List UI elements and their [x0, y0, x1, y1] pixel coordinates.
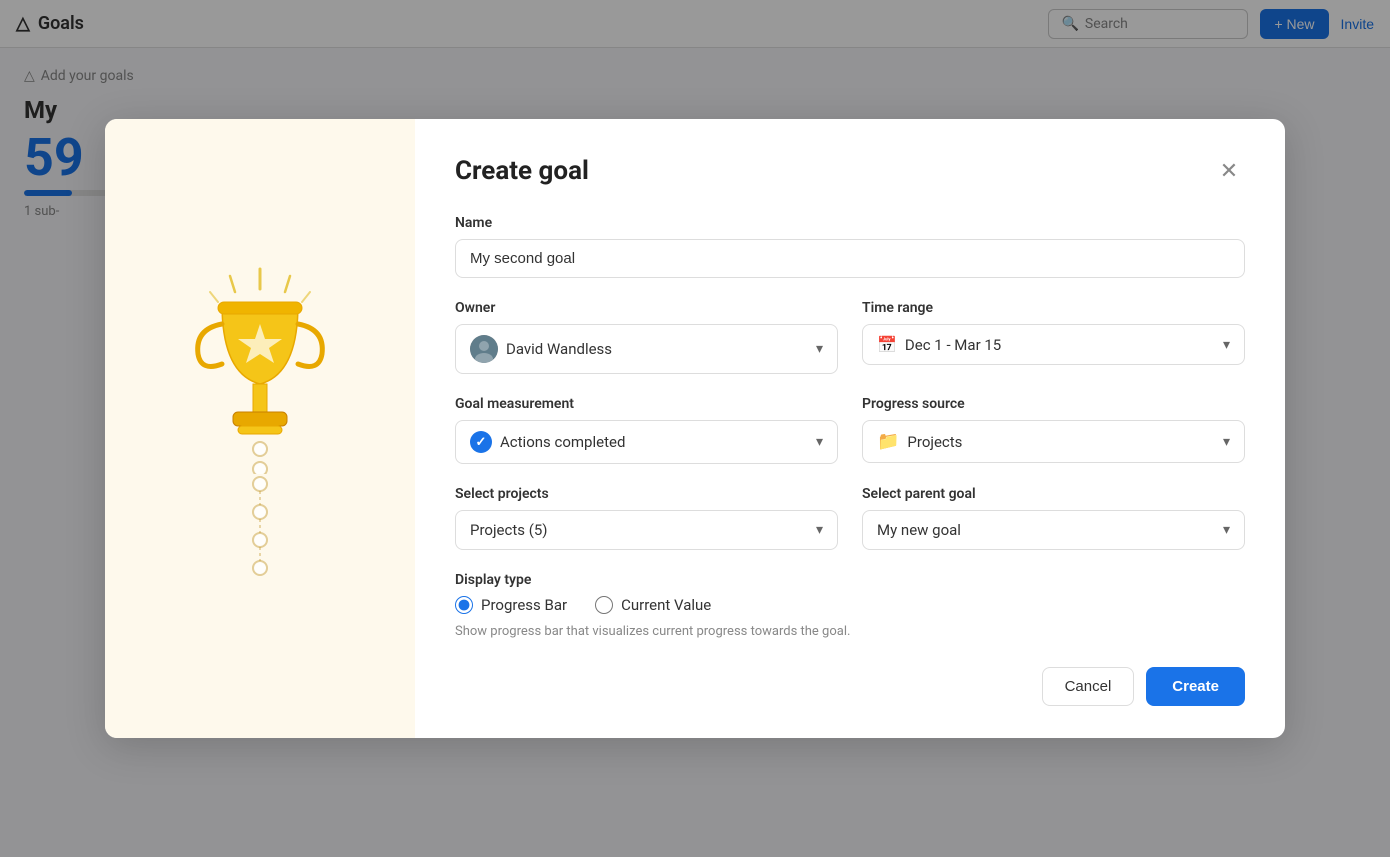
- display-type-section: Display type Progress Bar Current Value …: [455, 572, 1245, 639]
- close-icon: ✕: [1220, 160, 1238, 182]
- select-projects-group: Select projects Projects (5) ▾: [455, 486, 838, 550]
- modal-left-panel: [105, 119, 415, 738]
- projects-chevron-icon: ▾: [816, 522, 823, 538]
- goal-measurement-value: Actions completed: [500, 433, 808, 451]
- modal-overlay: Create goal ✕ Name Owner: [0, 0, 1390, 857]
- progress-bar-option[interactable]: Progress Bar: [455, 596, 567, 614]
- progress-bar-label: Progress Bar: [481, 596, 567, 614]
- progress-source-label: Progress source: [862, 396, 1245, 412]
- current-value-option[interactable]: Current Value: [595, 596, 711, 614]
- check-icon: [470, 431, 492, 453]
- cancel-button[interactable]: Cancel: [1042, 667, 1135, 706]
- trophy-svg: [170, 264, 350, 474]
- select-parent-goal-group: Select parent goal My new goal ▾: [862, 486, 1245, 550]
- owner-avatar: [470, 335, 498, 363]
- goal-measurement-select[interactable]: Actions completed ▾: [455, 420, 838, 464]
- dots-svg: [250, 474, 270, 594]
- current-value-label: Current Value: [621, 596, 711, 614]
- projects-parent-row: Select projects Projects (5) ▾ Select pa…: [455, 486, 1245, 550]
- display-type-label: Display type: [455, 572, 1245, 588]
- owner-time-row: Owner David Wandless ▾: [455, 300, 1245, 374]
- create-button[interactable]: Create: [1146, 667, 1245, 706]
- select-parent-goal-label: Select parent goal: [862, 486, 1245, 502]
- select-projects-dropdown[interactable]: Projects (5) ▾: [455, 510, 838, 550]
- progress-source-select[interactable]: 📁 Projects ▾: [862, 420, 1245, 463]
- current-value-radio[interactable]: [595, 596, 613, 614]
- modal-title: Create goal: [455, 156, 589, 186]
- owner-select[interactable]: David Wandless ▾: [455, 324, 838, 374]
- time-range-chevron-icon: ▾: [1223, 337, 1230, 353]
- goal-measurement-label: Goal measurement: [455, 396, 838, 412]
- owner-value: David Wandless: [506, 340, 808, 358]
- owner-group: Owner David Wandless ▾: [455, 300, 838, 374]
- modal-footer: Cancel Create: [455, 667, 1245, 706]
- measurement-source-row: Goal measurement Actions completed ▾ Pro…: [455, 396, 1245, 464]
- select-projects-value: Projects (5): [470, 521, 808, 539]
- select-parent-goal-value: My new goal: [877, 521, 1215, 539]
- display-hint: Show progress bar that visualizes curren…: [455, 624, 1245, 639]
- select-parent-goal-dropdown[interactable]: My new goal ▾: [862, 510, 1245, 550]
- time-range-label: Time range: [862, 300, 1245, 316]
- progress-source-chevron-icon: ▾: [1223, 434, 1230, 450]
- modal-header: Create goal ✕: [455, 155, 1245, 187]
- trophy-illustration: [135, 264, 385, 594]
- progress-bar-radio[interactable]: [455, 596, 473, 614]
- name-label: Name: [455, 215, 1245, 231]
- progress-source-group: Progress source 📁 Projects ▾: [862, 396, 1245, 464]
- select-projects-label: Select projects: [455, 486, 838, 502]
- time-range-select[interactable]: 📅 Dec 1 - Mar 15 ▾: [862, 324, 1245, 365]
- goal-measurement-group: Goal measurement Actions completed ▾: [455, 396, 838, 464]
- radio-group: Progress Bar Current Value: [455, 596, 1245, 614]
- owner-label: Owner: [455, 300, 838, 316]
- parent-goal-chevron-icon: ▾: [1223, 522, 1230, 538]
- close-button[interactable]: ✕: [1213, 155, 1245, 187]
- name-group: Name: [455, 215, 1245, 278]
- owner-chevron-icon: ▾: [816, 341, 823, 357]
- time-range-group: Time range 📅 Dec 1 - Mar 15 ▾: [862, 300, 1245, 374]
- measurement-chevron-icon: ▾: [816, 434, 823, 450]
- avatar-svg: [470, 335, 498, 363]
- create-goal-modal: Create goal ✕ Name Owner: [105, 119, 1285, 738]
- modal-right-panel: Create goal ✕ Name Owner: [415, 119, 1285, 738]
- progress-source-value: Projects: [907, 433, 1215, 451]
- folder-icon: 📁: [877, 431, 899, 452]
- calendar-icon: 📅: [877, 335, 897, 354]
- time-range-value: Dec 1 - Mar 15: [905, 336, 1215, 354]
- name-input[interactable]: [455, 239, 1245, 278]
